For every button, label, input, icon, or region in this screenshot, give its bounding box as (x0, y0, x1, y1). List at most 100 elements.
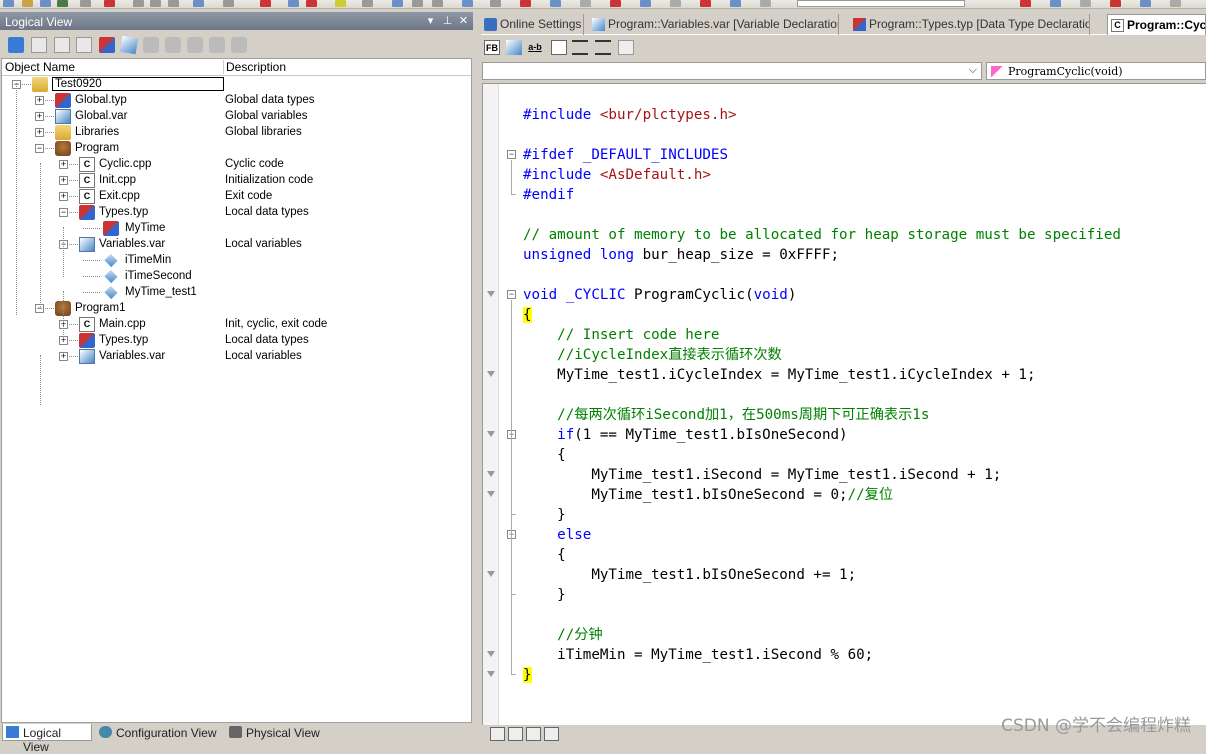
bookmark-marker-icon[interactable] (487, 671, 495, 677)
tree-node[interactable]: + C Main.cpp Init, cyclic, exit code (2, 317, 471, 333)
toolbar-button[interactable] (462, 0, 473, 7)
toolbar-button[interactable] (40, 0, 51, 7)
toolbar-button[interactable] (670, 0, 681, 7)
toolbar-button[interactable] (1050, 0, 1061, 7)
bookmark-marker-icon[interactable] (487, 491, 495, 497)
close-icon[interactable]: ✕ (457, 14, 470, 27)
expand-icon[interactable]: + (35, 96, 44, 105)
tree-node[interactable]: iTimeMin (2, 253, 471, 269)
toolbar-button[interactable] (610, 0, 621, 7)
open-icon[interactable] (8, 37, 24, 53)
view-grid-icon[interactable] (526, 727, 541, 741)
scope-dropdown[interactable]: ⌵ (482, 62, 982, 80)
ab-button[interactable]: a-b (527, 40, 543, 55)
toolbar-button[interactable] (700, 0, 711, 7)
toolbar-button[interactable] (288, 0, 299, 7)
collapse-icon[interactable]: − (35, 144, 44, 153)
toolbar-button[interactable] (760, 0, 771, 7)
details-icon[interactable] (76, 37, 92, 53)
view-split-icon[interactable] (508, 727, 523, 741)
expand-icon[interactable]: + (59, 176, 68, 185)
toolbar-button[interactable] (432, 0, 443, 7)
panel-menu-icon[interactable]: ▾ (424, 14, 437, 27)
toolbar-button[interactable] (1080, 0, 1091, 7)
tree-node[interactable]: + C Init.cpp Initialization code (2, 173, 471, 189)
variable-insert-icon[interactable] (506, 40, 522, 55)
tree-node[interactable]: MyTime_test1 (2, 285, 471, 301)
toolbar-button[interactable] (1020, 0, 1031, 7)
tab-logical-view[interactable]: Logical View (2, 724, 92, 754)
toolbar-button[interactable] (104, 0, 115, 7)
link-icon[interactable] (187, 37, 203, 53)
toolbar-button[interactable] (1170, 0, 1181, 7)
toolbar-button[interactable] (3, 0, 14, 7)
tree-node[interactable]: + Types.typ Local data types (2, 333, 471, 349)
code-editor[interactable]: #include <bur/plctypes.h> #ifdef _DEFAULT… (482, 83, 1206, 725)
bookmark-marker-icon[interactable] (487, 651, 495, 657)
toolbar-button[interactable] (1140, 0, 1151, 7)
bookmark-marker-icon[interactable] (487, 471, 495, 477)
tree-node[interactable]: + C Cyclic.cpp Cyclic code (2, 157, 471, 173)
comment-icon[interactable] (618, 40, 634, 55)
toolbar-button[interactable] (1110, 0, 1121, 7)
tree-node[interactable]: + Global.var Global variables (2, 109, 471, 125)
breakpoint-gutter[interactable] (483, 84, 499, 725)
tab-physical-view[interactable]: Physical View (226, 724, 336, 741)
bookmark-marker-icon[interactable] (487, 291, 495, 297)
toolbar-button[interactable] (260, 0, 271, 7)
tree-node[interactable]: − Variables.var Local variables (2, 237, 471, 253)
variable-icon[interactable] (119, 35, 139, 55)
view-text-icon[interactable] (490, 727, 505, 741)
tree-node[interactable]: + C Exit.cpp Exit code (2, 189, 471, 205)
tree-node[interactable]: + Libraries Global libraries (2, 125, 471, 141)
outdent-icon[interactable] (595, 40, 611, 55)
toolbar-button[interactable] (223, 0, 234, 7)
bookmark-marker-icon[interactable] (487, 571, 495, 577)
toolbar-button[interactable] (520, 0, 531, 7)
tree-node[interactable]: + Variables.var Local variables (2, 349, 471, 365)
toolbar-button[interactable] (306, 0, 317, 7)
pin-icon[interactable]: ⊥ (441, 14, 454, 27)
toolbar-button[interactable] (640, 0, 651, 7)
toolbar-button[interactable] (150, 0, 161, 7)
tree-node[interactable]: − Program (2, 141, 471, 157)
collapse-icon[interactable]: − (59, 208, 68, 217)
toolbar-button[interactable] (730, 0, 741, 7)
list-icon[interactable] (54, 37, 70, 53)
function-dropdown[interactable]: ProgramCyclic(void) (986, 62, 1206, 80)
tab-variables[interactable]: Program::Variables.var [Variable Declara… (589, 14, 839, 35)
fb-button[interactable]: FB (484, 40, 500, 55)
toolbar-button[interactable] (133, 0, 144, 7)
delete-icon[interactable] (231, 37, 247, 53)
tab-configuration-view[interactable]: Configuration View (96, 724, 224, 741)
toolbar-button[interactable] (362, 0, 373, 7)
cut-icon[interactable] (209, 37, 225, 53)
expand-icon[interactable]: + (59, 352, 68, 361)
indent-icon[interactable] (572, 40, 588, 55)
expand-icon[interactable]: + (59, 192, 68, 201)
column-description[interactable]: Description (223, 60, 286, 74)
tree-node[interactable]: − Types.typ Local data types (2, 205, 471, 221)
datatype-icon[interactable] (99, 37, 115, 53)
toolbar-button[interactable] (80, 0, 91, 7)
toolbar-button[interactable] (168, 0, 179, 7)
edit-icon[interactable] (165, 37, 181, 53)
expand-icon[interactable]: + (35, 112, 44, 121)
tree-node[interactable]: + Global.typ Global data types (2, 93, 471, 109)
tab-online-settings[interactable]: Online Settings (481, 14, 584, 35)
toolbar-button[interactable] (550, 0, 561, 7)
fold-collapse-icon[interactable]: − (507, 150, 516, 159)
toolbar-button[interactable] (22, 0, 33, 7)
view-list-icon[interactable] (544, 727, 559, 741)
tree-node[interactable]: − Test0920 (2, 77, 471, 93)
toolbar-button[interactable] (57, 0, 68, 7)
toolbar-button[interactable] (580, 0, 591, 7)
toolbar-button[interactable] (392, 0, 403, 7)
tree-node[interactable]: iTimeSecond (2, 269, 471, 285)
bookmark-marker-icon[interactable] (487, 371, 495, 377)
column-object-name[interactable]: Object Name (5, 60, 75, 74)
toolbar-search-box[interactable] (797, 0, 965, 7)
bookmark-marker-icon[interactable] (487, 431, 495, 437)
fold-collapse-icon[interactable]: − (507, 290, 516, 299)
toolbar-button[interactable] (412, 0, 423, 7)
